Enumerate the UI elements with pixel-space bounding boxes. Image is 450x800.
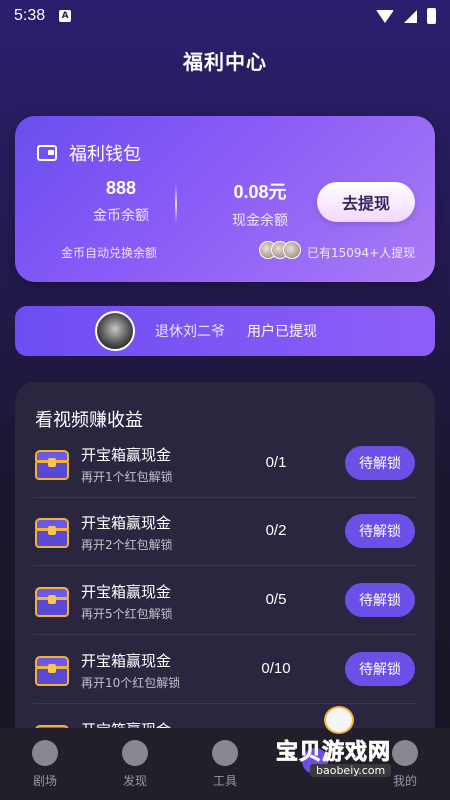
avatar	[95, 311, 135, 351]
treasure-chest-icon	[35, 518, 69, 548]
watermark-url: baobeiy.com	[310, 764, 392, 777]
tab-label: 发现	[122, 773, 147, 788]
unlock-button[interactable]: 待解锁	[345, 514, 415, 548]
status-time: 5:38	[14, 7, 46, 24]
notification-icon: A	[59, 10, 72, 22]
wallet-title: 福利钱包	[69, 144, 141, 165]
task-row: 开宝箱赢现金 再开10个红包解锁 0/10 待解锁	[33, 636, 417, 704]
film-reel-icon	[32, 739, 58, 766]
task-row: 开宝箱赢现金 再开5个红包解锁 0/5 待解锁	[33, 567, 417, 635]
tab-tools[interactable]: 工具	[180, 728, 270, 800]
coins-balance: 888 金币余额	[71, 178, 171, 225]
task-row: 开宝箱赢现金 再开1个红包解锁 0/1 待解锁	[33, 430, 417, 498]
wallet-header: 福利钱包	[37, 140, 141, 166]
coins-label: 金币余额	[93, 208, 149, 224]
aperture-icon	[212, 739, 238, 766]
stat-divider	[175, 184, 177, 224]
cash-value: 0.08元	[233, 182, 287, 202]
status-bar: 5:38 A	[0, 0, 450, 32]
treasure-chest-icon	[35, 587, 69, 617]
page-title: 福利中心	[183, 50, 267, 74]
task-progress: 0/2	[265, 522, 287, 539]
task-progress: 0/10	[261, 660, 291, 677]
earn-title: 看视频赚收益	[35, 410, 143, 431]
withdraw-button[interactable]: 去提现	[317, 182, 415, 222]
task-progress: 0/5	[265, 591, 287, 608]
withdrawn-avatars	[259, 241, 301, 259]
wallet-card: 福利钱包 888 金币余额 0.08元 现金余额 去提现 金币自动兑换余额 已有…	[15, 116, 435, 282]
auto-exchange-note: 金币自动兑换余额	[61, 246, 158, 260]
cash-label: 现金余额	[232, 213, 288, 229]
task-name: 开宝箱赢现金	[81, 583, 172, 601]
wallet-icon	[37, 145, 57, 161]
avatar	[283, 241, 301, 259]
task-name: 开宝箱赢现金	[81, 514, 172, 532]
treasure-chest-icon	[35, 450, 69, 480]
ticker-action: 用户已提现	[247, 324, 317, 340]
task-subtitle: 再开2个红包解锁	[81, 538, 173, 552]
task-subtitle: 再开5个红包解锁	[81, 607, 173, 621]
task-subtitle: 再开1个红包解锁	[81, 470, 173, 484]
task-subtitle: 再开10个红包解锁	[81, 676, 181, 690]
signal-icon	[404, 9, 417, 23]
withdrawn-count: 已有15094+人提现	[307, 246, 416, 260]
unlock-button[interactable]: 待解锁	[345, 652, 415, 686]
task-name: 开宝箱赢现金	[81, 446, 172, 464]
battery-icon	[427, 8, 436, 24]
unlock-button[interactable]: 待解锁	[345, 446, 415, 480]
tab-discover[interactable]: 发现	[90, 728, 180, 800]
planet-icon	[122, 739, 148, 766]
task-row: 开宝箱赢现金 再开2个红包解锁 0/2 待解锁	[33, 498, 417, 566]
task-name: 开宝箱赢现金	[81, 652, 172, 670]
withdraw-ticker: 退休刘二爷 用户已提现	[15, 306, 435, 356]
wifi-icon	[376, 9, 394, 23]
game-controller-icon	[324, 706, 354, 734]
status-icons	[376, 8, 436, 24]
ticker-user-name: 退休刘二爷	[155, 324, 225, 340]
site-watermark: 宝贝游戏网 baobeiy.com	[274, 706, 424, 786]
cash-balance: 0.08元 现金余额	[205, 178, 315, 230]
tab-label: 剧场	[32, 773, 57, 788]
unlock-button[interactable]: 待解锁	[345, 583, 415, 617]
coins-value: 888	[105, 178, 137, 198]
watermark-text: 宝贝游戏网	[276, 740, 392, 766]
task-progress: 0/1	[265, 454, 287, 471]
treasure-chest-icon	[35, 656, 69, 686]
tab-theater[interactable]: 剧场	[0, 728, 90, 800]
tab-label: 工具	[212, 773, 237, 788]
